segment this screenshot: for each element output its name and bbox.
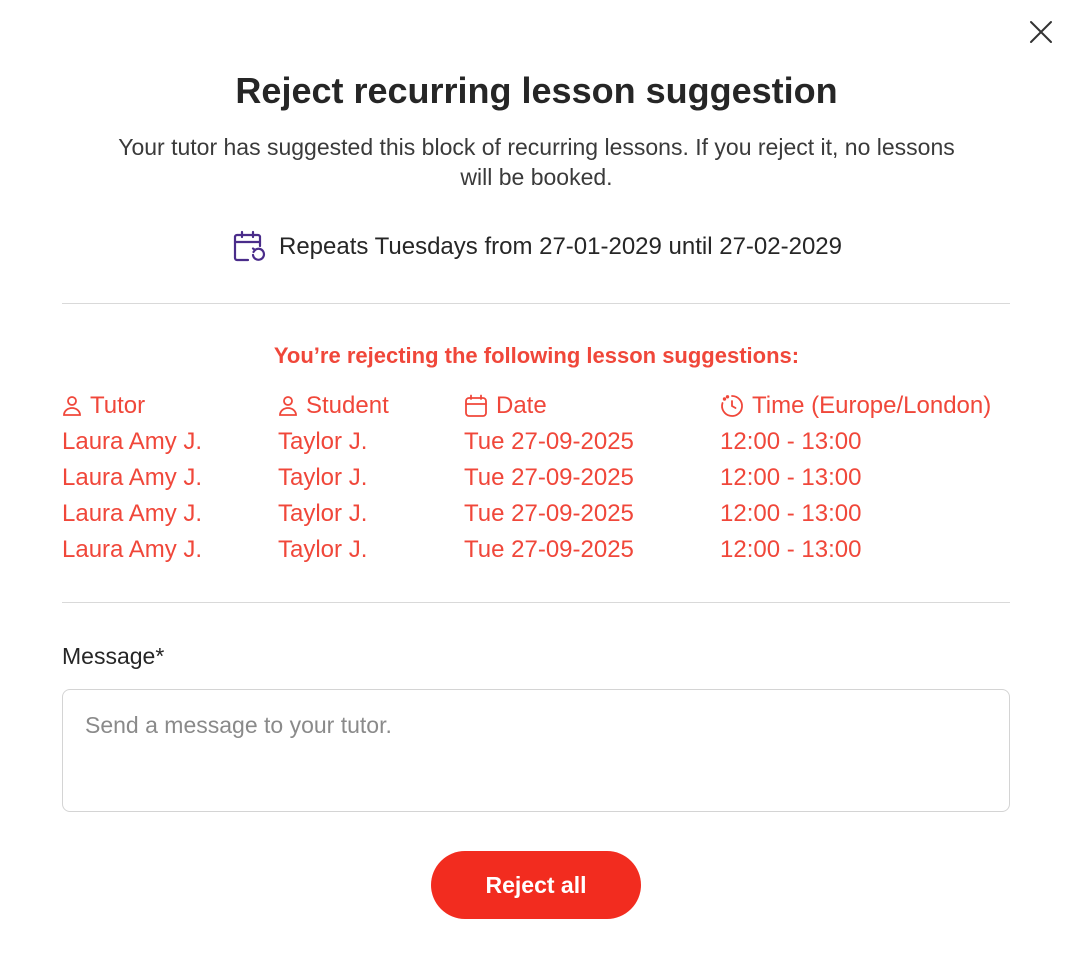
header-date-label: Date bbox=[496, 392, 547, 419]
table-row: Laura Amy J. Taylor J. Tue 27-09-2025 12… bbox=[62, 424, 1022, 460]
close-icon bbox=[1030, 21, 1052, 43]
header-student: Student bbox=[278, 388, 389, 424]
table-row: Laura Amy J. Taylor J. Tue 27-09-2025 12… bbox=[62, 460, 1022, 496]
date-cell: Tue 27-09-2025 bbox=[464, 500, 634, 527]
person-icon bbox=[63, 396, 81, 416]
dialog-title: Reject recurring lesson suggestion bbox=[235, 70, 838, 111]
table-header-row: Tutor Student Date Time (Europe/London) bbox=[62, 388, 1022, 424]
header-date: Date bbox=[464, 388, 547, 424]
rejection-warning: You’re rejecting the following lesson su… bbox=[273, 343, 800, 368]
student-cell: Taylor J. bbox=[278, 428, 368, 455]
student-cell: Taylor J. bbox=[278, 464, 368, 491]
date-cell: Tue 27-09-2025 bbox=[464, 464, 634, 491]
tutor-cell: Laura Amy J. bbox=[62, 536, 203, 563]
top-divider bbox=[62, 303, 1010, 304]
close-button[interactable] bbox=[1028, 19, 1054, 45]
tutor-cell: Laura Amy J. bbox=[62, 464, 203, 491]
lesson-suggestions-table: Tutor Student Date Time (Europe/London) … bbox=[62, 388, 1022, 568]
date-cell: Tue 27-09-2025 bbox=[464, 536, 634, 563]
header-tutor-label: Tutor bbox=[90, 392, 146, 419]
student-cell: Taylor J. bbox=[278, 500, 368, 527]
header-time-label: Time (Europe/London) bbox=[752, 392, 992, 419]
date-cell: Tue 27-09-2025 bbox=[464, 428, 634, 455]
repeat-info: Repeats Tuesdays from 27-01-2029 until 2… bbox=[0, 229, 1073, 265]
tutor-cell: Laura Amy J. bbox=[62, 500, 203, 527]
clock-icon bbox=[721, 395, 743, 417]
reject-all-button[interactable]: Reject all bbox=[431, 851, 641, 919]
person-icon bbox=[279, 396, 297, 416]
tutor-cell: Laura Amy J. bbox=[62, 428, 203, 455]
time-cell: 12:00 - 13:00 bbox=[720, 500, 862, 527]
table-row: Laura Amy J. Taylor J. Tue 27-09-2025 12… bbox=[62, 532, 1022, 568]
student-cell: Taylor J. bbox=[278, 536, 368, 563]
calendar-icon bbox=[465, 394, 487, 417]
dialog-subtitle: Your tutor has suggested this block of r… bbox=[118, 134, 955, 190]
header-time: Time (Europe/London) bbox=[720, 388, 991, 424]
message-textarea[interactable] bbox=[62, 689, 1010, 812]
reject-lesson-dialog: Reject recurring lesson suggestion Your … bbox=[0, 0, 1073, 961]
calendar-repeat-icon bbox=[233, 230, 265, 262]
time-cell: 12:00 - 13:00 bbox=[720, 464, 862, 491]
bottom-divider bbox=[62, 602, 1010, 603]
header-tutor: Tutor bbox=[62, 388, 145, 424]
header-student-label: Student bbox=[306, 392, 389, 419]
table-row: Laura Amy J. Taylor J. Tue 27-09-2025 12… bbox=[62, 496, 1022, 532]
message-label: Message* bbox=[62, 643, 165, 669]
repeat-text: Repeats Tuesdays from 27-01-2029 until 2… bbox=[278, 233, 842, 260]
time-cell: 12:00 - 13:00 bbox=[720, 536, 862, 563]
time-cell: 12:00 - 13:00 bbox=[720, 428, 862, 455]
